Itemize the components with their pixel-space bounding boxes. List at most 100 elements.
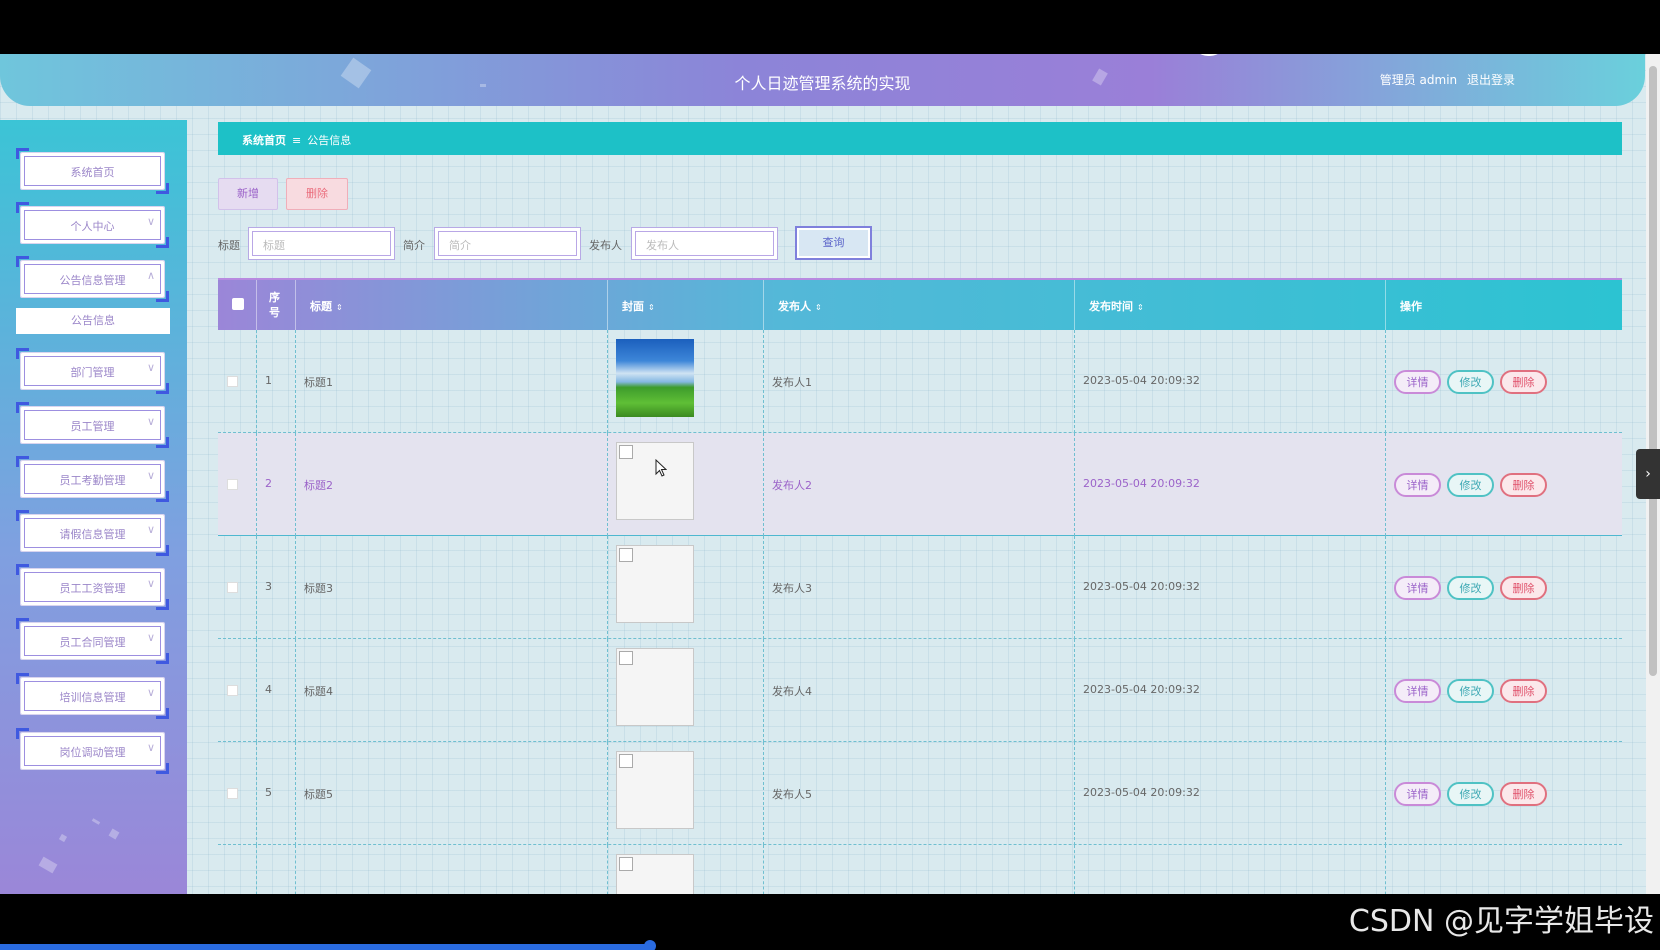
row-checkbox[interactable] (227, 788, 238, 799)
sidebar-item[interactable]: 系统首页 (16, 148, 169, 194)
search-button[interactable]: 查询 (795, 226, 872, 260)
row-checkbox[interactable] (227, 479, 238, 490)
breadcrumb-current: 公告信息 (307, 134, 352, 147)
cell-time-text: 2023-05-04 20:09:32 (1083, 786, 1200, 799)
intro-filter-label: 简介 (403, 239, 425, 252)
table-row[interactable]: 3 标题3 发布人3 2023-05-04 20:09:32 详情 修改 删除 (218, 536, 1622, 639)
table-row[interactable]: 5 标题5 发布人5 2023-05-04 20:09:32 详情 修改 删除 (218, 742, 1622, 845)
delete-button[interactable]: 删除 (1500, 473, 1547, 497)
detail-button[interactable]: 详情 (1394, 370, 1441, 394)
cell-partial (608, 845, 764, 894)
sidebar-item-label: 员工工资管理 (59, 582, 126, 595)
sort-icon[interactable]: ⇕ (815, 303, 822, 312)
sidebar-item[interactable]: 培训信息管理 ∨ (16, 673, 169, 719)
th-title[interactable]: 标题 ⇕ (296, 280, 608, 330)
delete-button[interactable]: 删除 (1500, 576, 1547, 600)
chevron-down-icon: ∨ (146, 361, 155, 374)
batch-delete-button[interactable]: 删除 (286, 178, 348, 210)
title-filter-label: 标题 (218, 239, 240, 252)
cell-index: 3 (257, 536, 296, 639)
detail-button[interactable]: 详情 (1394, 679, 1441, 703)
edit-button[interactable]: 修改 (1447, 679, 1494, 703)
cell-publisher: 发布人5 (764, 742, 1075, 845)
sidebar-item[interactable]: 员工工资管理 ∨ (16, 564, 169, 610)
cell-publisher-text: 发布人3 (772, 582, 812, 595)
cell-publisher-text: 发布人2 (772, 479, 812, 492)
cell-title: 标题5 (296, 742, 608, 845)
screen: 个人日迹管理系统的实现 管理员 admin 退出登录 系统首页 个人中心 ∨ 公告信息… (0, 0, 1660, 950)
sidebar-item[interactable]: 公告信息管理 ∧ (16, 256, 169, 302)
breadcrumb-separator: ≡ (292, 134, 302, 147)
sidebar-item-label: 培训信息管理 (59, 691, 126, 704)
sidebar-item[interactable]: 请假信息管理 ∨ (16, 510, 169, 556)
row-checkbox[interactable] (227, 376, 238, 387)
detail-button[interactable]: 详情 (1394, 473, 1441, 497)
header-avatar-ring (1192, 54, 1226, 56)
cell-actions: 详情 修改 删除 (1386, 639, 1622, 742)
delete-button[interactable]: 删除 (1500, 679, 1547, 703)
detail-button[interactable]: 详情 (1394, 782, 1441, 806)
chevron-down-icon: ∨ (146, 469, 155, 482)
intro-search-input[interactable]: 简介 (434, 227, 581, 260)
cell-publisher: 发布人4 (764, 639, 1075, 742)
sidebar-item[interactable]: 员工合同管理 ∨ (16, 618, 169, 664)
row-checkbox[interactable] (227, 685, 238, 696)
cell-select (218, 330, 257, 433)
sidebar-item[interactable]: 岗位调动管理 ∨ (16, 728, 169, 774)
th-action: 操作 (1386, 280, 1622, 330)
delete-button[interactable]: 删除 (1500, 370, 1547, 394)
table-header: 序号 标题 ⇕ 封面 ⇕ 发布人 ⇕ 发布时间 ⇕ 操作 (218, 278, 1622, 330)
cell-index: 4 (257, 639, 296, 742)
sort-icon[interactable]: ⇕ (1137, 303, 1144, 312)
cell-actions: 详情 修改 删除 (1386, 536, 1622, 639)
th-time[interactable]: 发布时间 ⇕ (1075, 280, 1386, 330)
edit-button[interactable]: 修改 (1447, 370, 1494, 394)
th-publisher[interactable]: 发布人 ⇕ (764, 280, 1075, 330)
add-button[interactable]: 新增 (218, 178, 278, 210)
cell-publisher: 发布人1 (764, 330, 1075, 433)
sidebar-item[interactable]: 个人中心 ∨ (16, 202, 169, 248)
row-checkbox[interactable] (227, 582, 238, 593)
cell-index-text: 3 (265, 580, 272, 593)
th-cover[interactable]: 封面 ⇕ (608, 280, 764, 330)
th-action-label: 操作 (1400, 300, 1422, 313)
chevron-up-icon: ∧ (146, 269, 155, 282)
sort-icon[interactable]: ⇕ (648, 303, 655, 312)
sidebar-item[interactable]: 员工管理 ∨ (16, 402, 169, 448)
scroll-thumb[interactable] (1649, 66, 1657, 676)
edit-button[interactable]: 修改 (1447, 782, 1494, 806)
table-row[interactable]: 2 标题2 发布人2 2023-05-04 20:09:32 详情 修改 删除 (218, 433, 1622, 536)
logout-link[interactable]: 退出登录 (1467, 73, 1515, 87)
cell-partial (1386, 845, 1622, 894)
cell-cover (608, 639, 764, 742)
delete-button[interactable]: 删除 (1500, 782, 1547, 806)
publisher-search-input[interactable]: 发布人 (631, 227, 778, 260)
cell-partial (218, 845, 257, 894)
sidebar-item[interactable]: 员工考勤管理 ∨ (16, 456, 169, 502)
sidebar-item-label: 请假信息管理 (59, 528, 126, 541)
edit-button[interactable]: 修改 (1447, 576, 1494, 600)
cell-publisher: 发布人3 (764, 536, 1075, 639)
table-row[interactable]: 1 标题1 发布人1 2023-05-04 20:09:32 详情 修改 删除 (218, 330, 1622, 433)
video-progress-bar (0, 944, 650, 950)
edit-button[interactable]: 修改 (1447, 473, 1494, 497)
table-row[interactable]: 4 标题4 发布人4 2023-05-04 20:09:32 详情 修改 删除 (218, 639, 1622, 742)
select-all-checkbox[interactable] (232, 298, 244, 310)
sidebar-decoration (108, 828, 120, 840)
cell-time-text: 2023-05-04 20:09:32 (1083, 374, 1200, 387)
breadcrumb-home[interactable]: 系统首页 (242, 134, 286, 147)
cell-title: 标题3 (296, 536, 608, 639)
cell-partial (257, 845, 296, 894)
side-panel-toggle[interactable]: › (1636, 449, 1660, 499)
cell-actions: 详情 修改 删除 (1386, 433, 1622, 536)
cell-index-text: 2 (265, 477, 272, 490)
sidebar-item[interactable]: 部门管理 ∨ (16, 348, 169, 394)
th-publisher-label: 发布人 (778, 300, 811, 313)
cell-time: 2023-05-04 20:09:32 (1075, 536, 1386, 639)
title-search-input[interactable]: 标题 (248, 227, 395, 260)
chevron-down-icon: ∨ (146, 741, 155, 754)
cell-time-text: 2023-05-04 20:09:32 (1083, 477, 1200, 490)
detail-button[interactable]: 详情 (1394, 576, 1441, 600)
sort-icon[interactable]: ⇕ (336, 303, 343, 312)
sidebar-subitem-announcement[interactable]: 公告信息 (16, 308, 170, 334)
